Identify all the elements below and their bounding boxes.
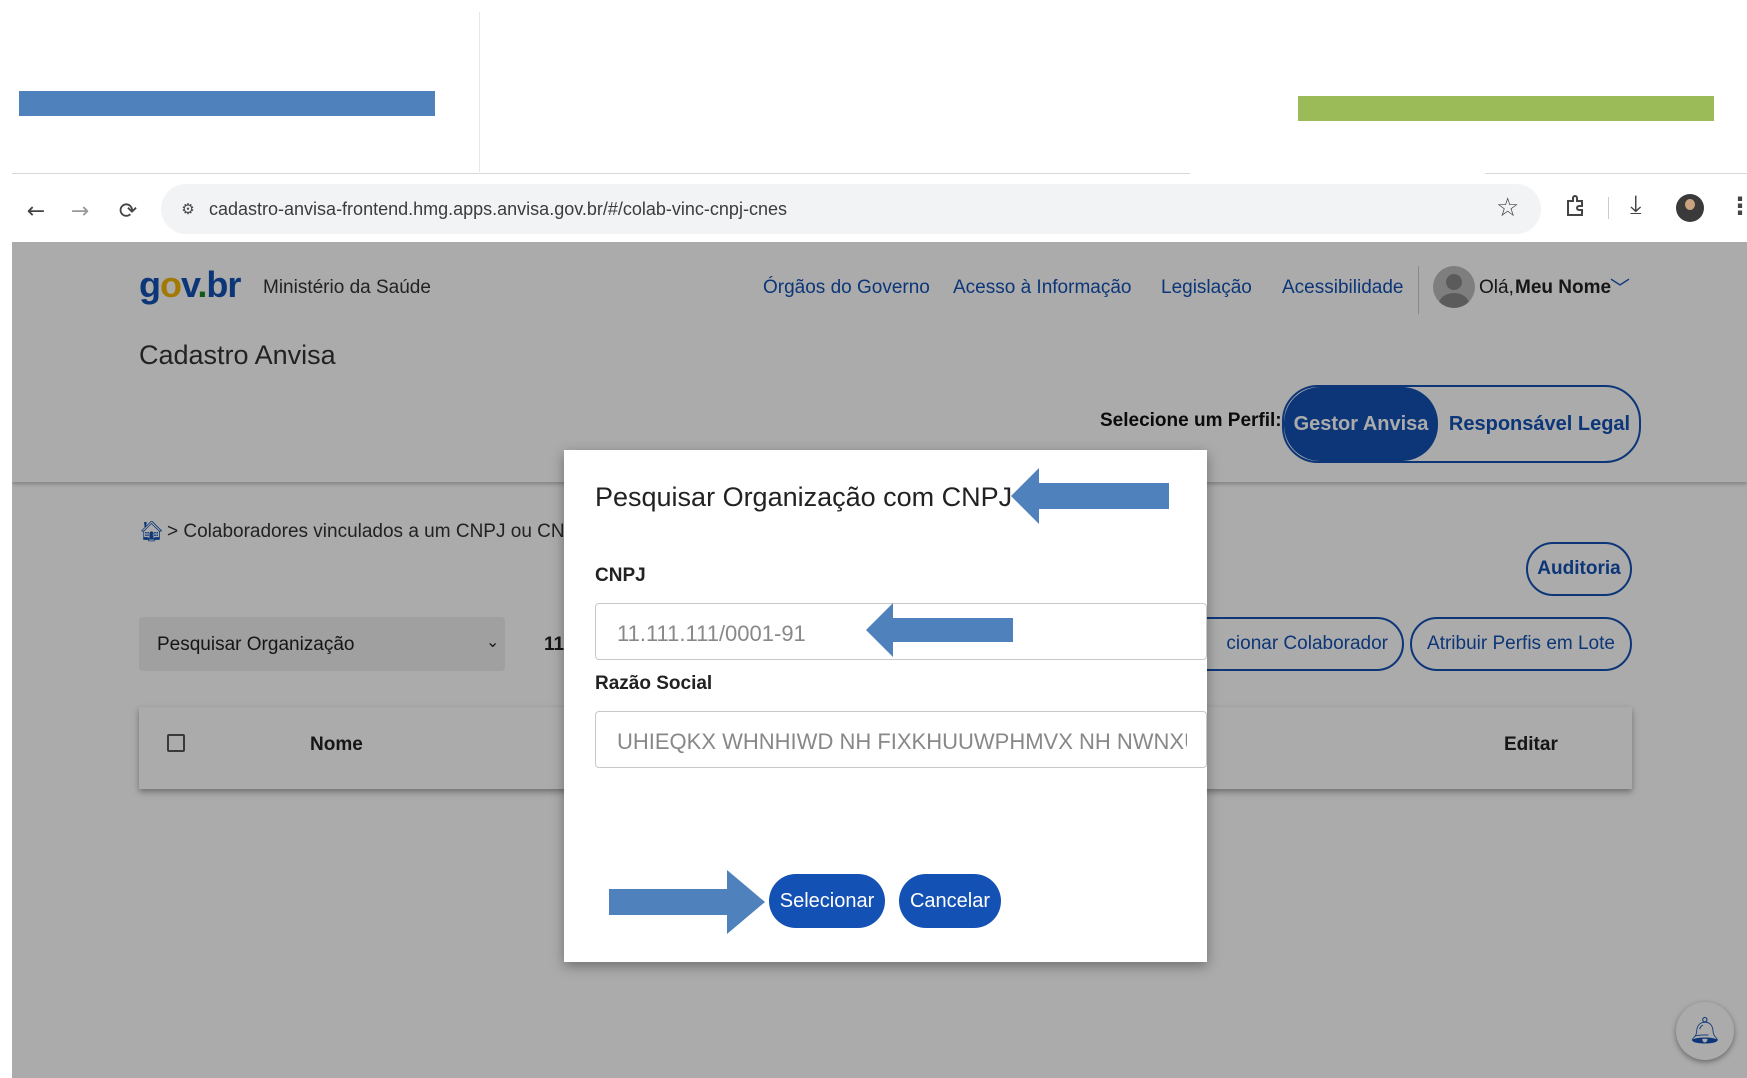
divider (12, 173, 1190, 174)
divider (1608, 197, 1609, 219)
forward-icon[interactable]: → (64, 195, 96, 227)
divider (1485, 173, 1747, 174)
bookmark-star-icon[interactable]: ☆ (1496, 193, 1519, 223)
select-button[interactable]: Selecionar (769, 874, 885, 928)
url-text[interactable]: cadastro-anvisa-frontend.hmg.apps.anvisa… (209, 199, 787, 220)
cnpj-input-placeholder[interactable]: 11.111.111/0001-91 (617, 621, 806, 647)
annotation-arrow-right (609, 870, 765, 934)
modal-title: Pesquisar Organização com CNPJ (595, 482, 1013, 512)
download-icon[interactable]: ⤓ (1630, 190, 1642, 221)
annotation-bar-green (1298, 96, 1714, 121)
back-icon[interactable]: ← (20, 195, 52, 227)
profile-avatar[interactable] (1676, 194, 1704, 222)
annotation-arrow-left (866, 603, 1013, 657)
razao-social-input-placeholder[interactable]: UHIEQKX WHNHIWD NH FIXKHUUWPHMVX NH NWNX… (617, 729, 1187, 755)
reload-icon[interactable]: ⟳ (112, 195, 144, 227)
cnpj-label: CNPJ (595, 565, 646, 586)
search-organization-modal: Pesquisar Organização com CNPJ CNPJ 11.1… (564, 450, 1207, 962)
site-info-icon[interactable]: ⚙ (172, 193, 204, 225)
annotation-arrow-left (1011, 468, 1169, 524)
extensions-icon[interactable] (1560, 192, 1590, 222)
razao-social-label: Razão Social (595, 673, 713, 694)
annotation-bar-blue (19, 91, 435, 116)
divider (479, 12, 480, 172)
cancel-button[interactable]: Cancelar (899, 874, 1001, 928)
kebab-menu-icon[interactable]: ⋮ (1728, 192, 1747, 220)
